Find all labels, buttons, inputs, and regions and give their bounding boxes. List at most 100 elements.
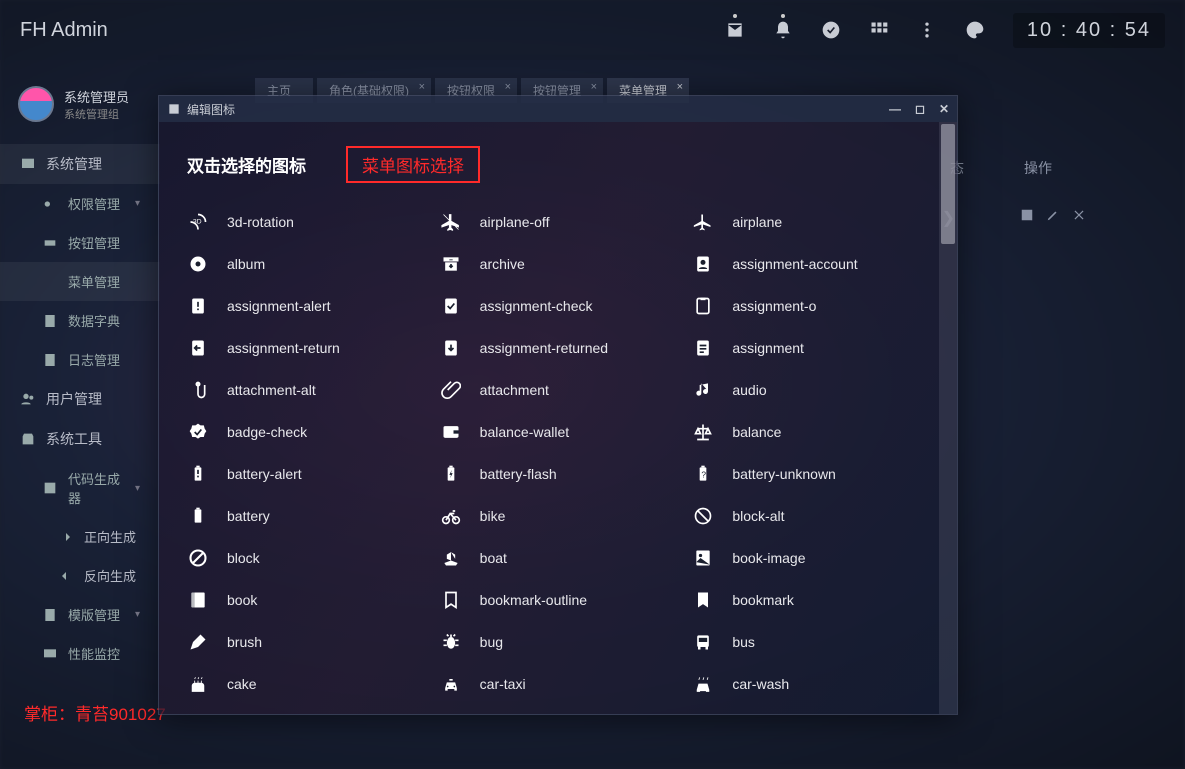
nav-tools[interactable]: 系统工具	[0, 419, 160, 459]
minimize-button[interactable]: —	[889, 102, 901, 116]
icon-label: boat	[480, 550, 507, 566]
icon-option-block-alt[interactable]: block-alt	[684, 495, 937, 537]
close-icon[interactable]: ×	[677, 81, 683, 93]
image-icon[interactable]	[1020, 208, 1034, 222]
book-icon	[187, 589, 209, 611]
picker-title: 双击选择的图标	[187, 152, 306, 177]
icon-option-boat[interactable]: boat	[432, 537, 685, 579]
apps-icon[interactable]	[869, 20, 889, 40]
icon-option-bookmark-outline[interactable]: bookmark-outline	[432, 579, 685, 621]
mail-icon[interactable]	[725, 20, 745, 40]
icon-label: car-wash	[732, 676, 789, 692]
icon-option-battery-alert[interactable]: battery-alert	[179, 453, 432, 495]
icon-label: assignment-o	[732, 298, 816, 314]
icon-option-assignment-return[interactable]: assignment-return	[179, 327, 432, 369]
icon-option-album[interactable]: album	[179, 243, 432, 285]
icon-option-cake[interactable]: cake	[179, 663, 432, 705]
close-button[interactable]: ✕	[939, 102, 949, 116]
icon-option-battery[interactable]: battery	[179, 495, 432, 537]
icon-option-assignment-returned[interactable]: assignment-returned	[432, 327, 685, 369]
icon-option-block[interactable]: block	[179, 537, 432, 579]
user-role: 系统管理组	[64, 106, 129, 122]
check-circle-icon[interactable]	[821, 20, 841, 40]
svg-text:3D: 3D	[193, 219, 202, 226]
edit-icon[interactable]	[1046, 208, 1060, 222]
nav-log[interactable]: 日志管理	[0, 340, 160, 379]
icon-option-book-image[interactable]: book-image	[684, 537, 937, 579]
balance-wallet-icon	[440, 421, 462, 443]
assignment-return-icon	[187, 337, 209, 359]
scrollbar-thumb[interactable]	[941, 124, 955, 244]
icon-option-bike[interactable]: bike	[432, 495, 685, 537]
battery-flash-icon	[440, 463, 462, 485]
icon-option-brush[interactable]: brush	[179, 621, 432, 663]
icon-option-badge-check[interactable]: badge-check	[179, 411, 432, 453]
palette-icon[interactable]	[965, 20, 985, 40]
icon-option-airplane-off[interactable]: airplane-off	[432, 201, 685, 243]
icon-option-balance-wallet[interactable]: balance-wallet	[432, 411, 685, 453]
icon-option-attachment-alt[interactable]: attachment-alt	[179, 369, 432, 411]
nav-permission[interactable]: 权限管理▾	[0, 184, 160, 223]
icon-option-audio[interactable]: audio	[684, 369, 937, 411]
nav-dict[interactable]: 数据字典	[0, 301, 160, 340]
icon-option-assignment-account[interactable]: assignment-account	[684, 243, 937, 285]
icon-option-battery-flash[interactable]: battery-flash	[432, 453, 685, 495]
icon-picker-modal: 编辑图标 — ◻ ✕ 双击选择的图标 菜单图标选择 3D3d-rotationa…	[158, 95, 958, 715]
icon-label: battery	[227, 508, 270, 524]
chevron-down-icon: ▾	[135, 198, 140, 209]
icon-option-archive[interactable]: archive	[432, 243, 685, 285]
close-icon[interactable]: ×	[591, 81, 597, 93]
icon-option-balance[interactable]: balance	[684, 411, 937, 453]
nav-user-mgmt[interactable]: 用户管理	[0, 379, 160, 419]
nav-menu-mgmt[interactable]: 菜单管理	[0, 262, 160, 301]
watermark: 掌柜：青苔901027	[24, 700, 166, 725]
close-icon[interactable]: ×	[419, 81, 425, 93]
bus-icon	[692, 631, 714, 653]
nav-button-mgmt[interactable]: 按钮管理	[0, 223, 160, 262]
chevron-down-icon: ▾	[135, 609, 140, 620]
icon-label: bike	[480, 508, 506, 524]
icon-option-assignment[interactable]: assignment	[684, 327, 937, 369]
nav-system[interactable]: 系统管理	[0, 144, 160, 184]
maximize-button[interactable]: ◻	[915, 102, 925, 116]
icon-option-bug[interactable]: bug	[432, 621, 685, 663]
modal-titlebar[interactable]: 编辑图标 — ◻ ✕	[159, 96, 957, 122]
bell-icon[interactable]	[773, 20, 793, 40]
icon-option-3d-rotation[interactable]: 3D3d-rotation	[179, 201, 432, 243]
icon-option-attachment[interactable]: attachment	[432, 369, 685, 411]
icon-label: book-image	[732, 550, 805, 566]
icon-option-book[interactable]: book	[179, 579, 432, 621]
badge-check-icon	[187, 421, 209, 443]
window-icon	[167, 102, 181, 116]
col-ops: 操作	[1024, 158, 1052, 178]
bike-icon	[440, 505, 462, 527]
audio-icon	[692, 379, 714, 401]
close-icon[interactable]: ×	[505, 81, 511, 93]
icon-option-assignment-check[interactable]: assignment-check	[432, 285, 685, 327]
nav-template[interactable]: 模版管理▾	[0, 595, 160, 634]
icon-label: assignment-check	[480, 298, 593, 314]
icon-label: assignment-returned	[480, 340, 608, 356]
nav-perf[interactable]: 性能监控	[0, 634, 160, 673]
nav-forward-gen[interactable]: 正向生成	[0, 517, 160, 556]
avatar	[18, 86, 54, 122]
icon-label: audio	[732, 382, 766, 398]
icon-option-car-wash[interactable]: car-wash	[684, 663, 937, 705]
nav-reverse-gen[interactable]: 反向生成	[0, 556, 160, 595]
delete-icon[interactable]	[1072, 208, 1086, 222]
icon-label: balance-wallet	[480, 424, 570, 440]
icon-option-assignment-alert[interactable]: assignment-alert	[179, 285, 432, 327]
nav-codegen[interactable]: 代码生成器▾	[0, 459, 160, 517]
icon-option-airplane[interactable]: airplane	[684, 201, 937, 243]
user-block[interactable]: 系统管理员 系统管理组	[0, 80, 160, 144]
icon-option-bookmark[interactable]: bookmark	[684, 579, 937, 621]
icon-option-car-taxi[interactable]: car-taxi	[432, 663, 685, 705]
attachment-alt-icon	[187, 379, 209, 401]
icon-label: assignment	[732, 340, 804, 356]
icon-label: battery-flash	[480, 466, 557, 482]
icon-option-assignment-o[interactable]: assignment-o	[684, 285, 937, 327]
svg-text:?: ?	[702, 469, 707, 479]
icon-option-bus[interactable]: bus	[684, 621, 937, 663]
more-vert-icon[interactable]	[917, 20, 937, 40]
icon-option-battery-unknown[interactable]: ?battery-unknown	[684, 453, 937, 495]
